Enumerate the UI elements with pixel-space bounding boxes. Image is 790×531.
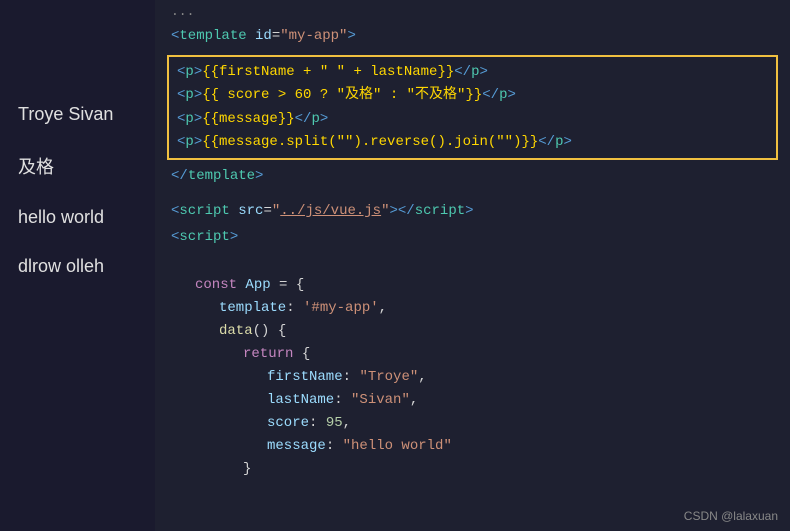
highlight-line-4: <p>{{message.split("").reverse().join(""… (177, 131, 768, 154)
output-hello-world: hello world (10, 203, 145, 232)
js-code-block: const App = { template: '#my-app', data(… (155, 251, 790, 505)
left-panel: Troye Sivan 及格 hello world dlrow olleh (0, 0, 155, 531)
highlight-line-1: <p>{{firstName + " " + lastName}}</p> (177, 61, 768, 84)
output-troye-sivan: Troye Sivan (10, 100, 145, 129)
highlight-line-3: <p>{{message}}</p> (177, 108, 768, 131)
highlighted-code-block: <p>{{firstName + " " + lastName}}</p> <p… (167, 55, 778, 159)
script-src-line: <script src="../js/vue.js"></script> (155, 198, 790, 224)
highlight-line-2: <p>{{ score > 60 ? "及格" : "不及格"}}</p> (177, 84, 768, 107)
template-open-tag: <template id="my-app"> (155, 23, 790, 49)
top-ellipsis: ... (155, 0, 790, 23)
script-open-tag: <script> (155, 224, 790, 250)
output-dlrow-olleh: dlrow olleh (10, 252, 145, 281)
output-pass: 及格 (10, 149, 145, 183)
watermark: CSDN @lalaxuan (684, 509, 778, 523)
code-panel: ... <template id="my-app"> <p>{{firstNam… (155, 0, 790, 531)
template-close-tag: </template> (155, 166, 790, 186)
